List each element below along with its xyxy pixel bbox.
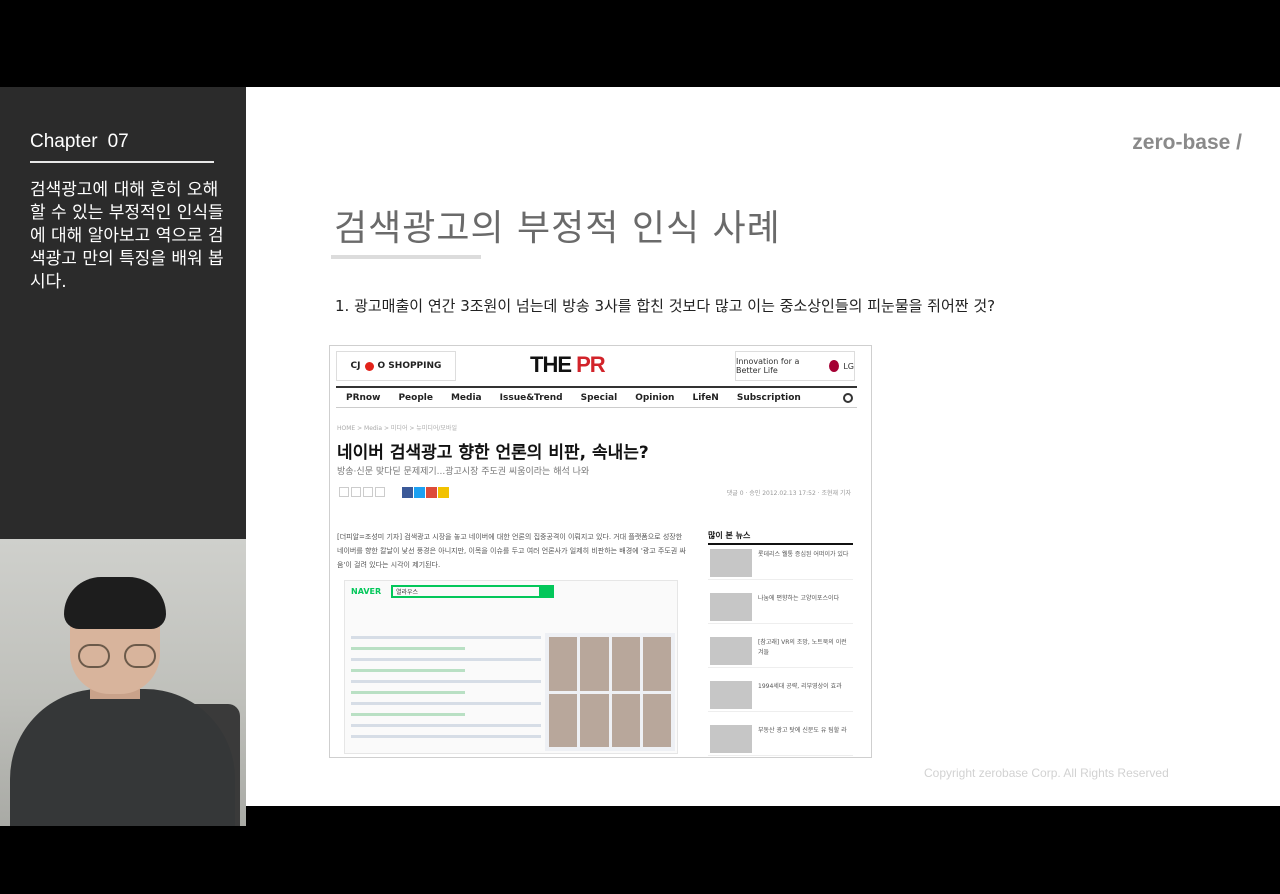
masthead-the: THE	[530, 352, 577, 377]
twitter-icon	[414, 487, 425, 498]
nav-item: Subscription	[736, 392, 801, 403]
lg-ad-text: Innovation for a Better Life	[736, 357, 800, 375]
naver-search-screenshot: NAVER 열라우스	[344, 580, 678, 754]
nav-item: Special	[580, 392, 618, 403]
naver-logo: NAVER	[351, 587, 382, 596]
news-thumbnail	[710, 549, 752, 577]
naver-image-results	[545, 633, 675, 751]
chapter-panel: Chapter 07 검색광고에 대해 흔히 오해할 수 있는 부정적인 인식들에…	[0, 87, 246, 826]
naver-search-button	[541, 585, 554, 598]
presenter-hair	[64, 577, 166, 629]
lg-brand: LG	[843, 361, 854, 371]
slide-title: 검색광고의 부정적 인식 사례	[334, 208, 781, 249]
google-plus-icon	[426, 487, 437, 498]
naver-results	[351, 636, 541, 746]
search-icon	[843, 393, 853, 403]
article-subheadline: 방송·신문 맞다딛 문제제기...광고시장 주도권 씨움이라는 해석 나와	[337, 467, 590, 477]
cj-ad-banner: CJ O SHOPPING	[336, 351, 456, 381]
popular-news-item: 나눔에 편향하는 고양이포스이다	[708, 590, 853, 624]
article-header: CJ O SHOPPING THE PR Innovation for a Be…	[330, 346, 871, 386]
lg-ad-banner: Innovation for a Better Life LG	[735, 351, 855, 381]
news-title: 1994세대 공략, 리부영상이 효과	[758, 683, 842, 690]
presenter-webcam	[0, 539, 246, 826]
news-thumbnail	[710, 637, 752, 665]
masthead: THE PR	[530, 352, 606, 378]
chapter-number: 07	[107, 131, 129, 152]
font-down-icon	[351, 487, 361, 497]
article-nav: PRnow People Media Issue&Trend Special O…	[336, 386, 857, 408]
news-title: 부동산 광고 탓에 신문도 유 팀할 라	[758, 727, 847, 734]
cj-ad-label: O SHOPPING	[377, 361, 442, 371]
cj-logo-icon	[364, 361, 374, 371]
nav-item: People	[398, 392, 433, 403]
popular-news-item: 부동산 광고 탓에 신문도 유 팀할 라	[708, 722, 853, 756]
article-meta: 댓글 0 · 승인 2012.02.13 17:52 · 조현재 기자	[726, 490, 851, 497]
news-title: 롯데리스 웰통 증심된 어떠이가 있다	[758, 551, 849, 558]
breadcrumb: HOME > Media > 미디어 > 뉴미디어/모바일	[337, 425, 457, 432]
chapter-label: Chapter	[30, 131, 98, 152]
masthead-pr: PR	[576, 352, 606, 377]
nav-item: LifeN	[692, 392, 719, 403]
popular-news-item: 롯데리스 웰통 증심된 어떠이가 있다	[708, 546, 853, 580]
copyright: Copyright zerobase Corp. All Rights Rese…	[924, 766, 1169, 780]
article-headline: 네이버 검색광고 향한 언론의 비판, 속내는?	[337, 443, 649, 463]
font-up-icon	[339, 487, 349, 497]
nav-item: Media	[450, 392, 482, 403]
popular-news-item: 1994세대 공략, 리부영상이 효과	[708, 678, 853, 712]
nav-item: PRnow	[346, 392, 381, 403]
cj-prefix: CJ	[350, 361, 361, 371]
article-screenshot: CJ O SHOPPING THE PR Innovation for a Be…	[329, 345, 872, 758]
mail-icon	[363, 487, 373, 497]
print-icon	[375, 487, 385, 497]
facebook-icon	[402, 487, 413, 498]
news-title: 나눔에 편향하는 고양이포스이다	[758, 595, 840, 602]
news-thumbnail	[710, 593, 752, 621]
share-icons	[402, 487, 449, 498]
naver-search-box: 열라우스	[391, 585, 541, 598]
lg-logo-icon	[829, 360, 840, 372]
title-underline	[331, 255, 481, 259]
popular-news-title: 많이 본 뉴스	[708, 530, 853, 545]
slide: zero-base / 검색광고의 부정적 인식 사례 1. 광고매출이 연간 …	[246, 87, 1280, 806]
news-thumbnail	[710, 725, 752, 753]
glasses-icon	[78, 644, 156, 668]
chapter-description: 검색광고에 대해 흔히 오해할 수 있는 부정적인 인식들에 대해 알아보고 역…	[30, 180, 224, 292]
article-toolbar	[339, 487, 385, 497]
article-body: [더피알=조성미 기자] 검색광고 시장을 놓고 네이버에 대한 언론의 집중공…	[337, 533, 686, 569]
presenter-body	[10, 689, 235, 826]
popular-news-item: [참고래] VR의 조망, 노트북의 이런 겨들	[708, 634, 853, 668]
nav-item: Opinion	[635, 392, 675, 403]
kakao-icon	[438, 487, 449, 498]
news-title: [참고래] VR의 조망, 노트북의 이런 겨들	[758, 639, 847, 656]
zero-base-logo: zero-base /	[1132, 131, 1242, 154]
news-thumbnail	[710, 681, 752, 709]
nav-item: Issue&Trend	[499, 392, 563, 403]
chapter-heading: Chapter 07	[30, 131, 214, 163]
point-text: 1. 광고매출이 연간 3조원이 넘는데 방송 3사를 합친 것보다 많고 이는…	[335, 297, 996, 315]
